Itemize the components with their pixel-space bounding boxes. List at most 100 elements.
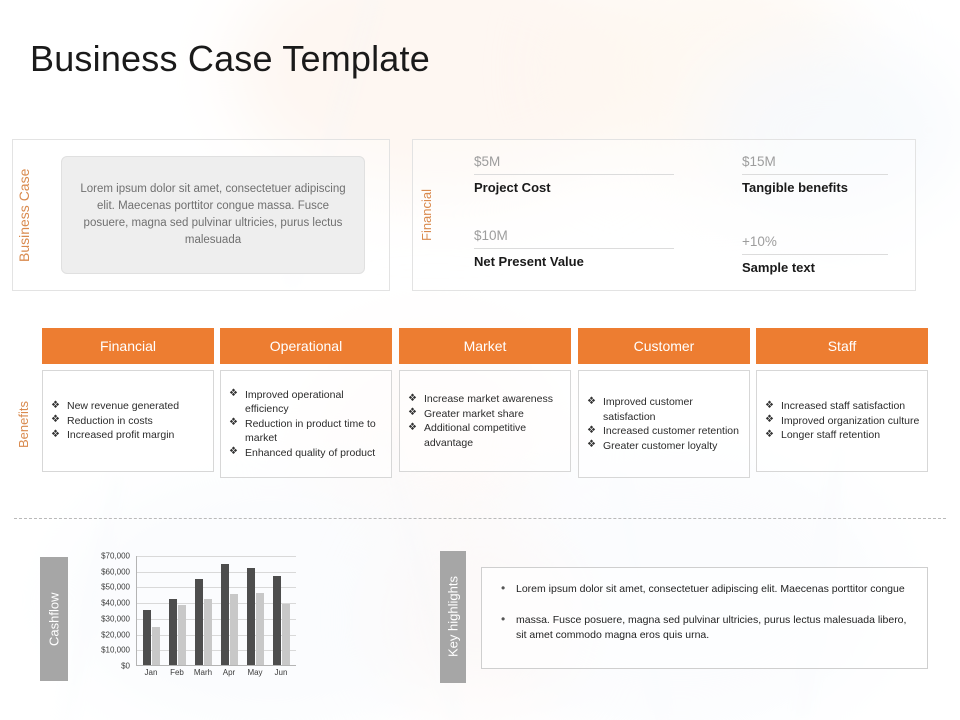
chart-x-tick: Feb	[170, 668, 184, 677]
benefits-header-market[interactable]: Market	[399, 328, 571, 364]
chart-y-tick: $30,000	[101, 614, 130, 624]
list-item-text: Additional competitive advantage	[424, 422, 527, 449]
chart-plot-area	[136, 556, 296, 666]
chart-bar	[169, 599, 178, 665]
benefits-list-customer: ❖ Improved customer satisfaction ❖ Increas…	[579, 395, 749, 453]
chart-y-tick: $0	[121, 661, 130, 671]
metric-value: $15M	[742, 154, 776, 169]
benefits-list-staff: ❖ Increased staff satisfaction ❖ Improved …	[757, 399, 927, 443]
list-item-text: Increased profit margin	[67, 429, 175, 442]
chart-bar	[272, 576, 281, 665]
list-item: ❖ Greater market share	[408, 407, 564, 422]
key-highlights-side-label: Key highlights	[440, 551, 466, 683]
chart-bar	[255, 592, 264, 665]
dot-bullet-icon: •	[501, 581, 506, 595]
chart-y-tick: $40,000	[101, 598, 130, 608]
diamond-bullet-icon: ❖	[408, 392, 417, 404]
metric-label: Net Present Value	[474, 254, 584, 269]
list-item-text: Increased customer retention	[603, 425, 739, 437]
list-item: ❖ Enhanced quality of product	[229, 446, 385, 461]
list-item: ❖ Longer staff retention	[765, 428, 921, 443]
chart-bar	[143, 610, 152, 665]
diamond-bullet-icon: ❖	[408, 407, 417, 418]
diamond-bullet-icon: ❖	[587, 395, 596, 407]
financial-metric-tangible-benefits[interactable]: $15M Tangible benefits	[742, 154, 888, 196]
list-item: ❖ Increased customer retention	[587, 424, 743, 439]
list-item: ❖ Greater customer loyalty	[587, 439, 743, 454]
benefits-header-operational[interactable]: Operational	[220, 328, 392, 364]
key-highlights-box[interactable]: • Lorem ipsum dolor sit amet, consectetue…	[481, 567, 928, 669]
business-case-body: Lorem ipsum dolor sit amet, consectetuer…	[80, 183, 346, 246]
list-item-text: Reduction in costs	[67, 414, 153, 427]
benefits-body-customer: ❖ Improved customer satisfaction ❖ Increas…	[578, 370, 750, 478]
list-item-text: Increase market awareness	[424, 393, 553, 405]
benefits-list-market: ❖ Increase market awareness ❖ Greater mark…	[400, 392, 570, 450]
chart-x-axis: Jan Feb Marh Apr May Jun	[136, 668, 296, 677]
benefits-column-customer: Customer ❖ Improved customer satisfaction…	[578, 328, 750, 478]
metric-separator	[474, 174, 674, 175]
metric-value: +10%	[742, 234, 777, 249]
diamond-bullet-icon: ❖	[229, 446, 238, 458]
metric-label: Tangible benefits	[742, 180, 848, 195]
list-item: • massa. Fusce posuere, magna sed pulvina…	[498, 612, 911, 643]
chart-bar	[229, 594, 238, 665]
metric-label: Project Cost	[474, 180, 551, 195]
metric-value: $5M	[474, 154, 501, 169]
metric-value: $10M	[474, 228, 508, 243]
chart-bar-group	[195, 556, 213, 665]
benefits-body-financial: ❖ New revenue generated ❖ Reduction in cos…	[42, 370, 214, 472]
benefits-column-staff: Staff ❖ Increased staff satisfaction ❖ Imp…	[756, 328, 928, 472]
chart-bar-group	[272, 556, 290, 665]
list-item: ❖ Improved customer satisfaction	[587, 395, 743, 424]
list-item: ❖ Reduction in product time to market	[229, 417, 385, 446]
diamond-bullet-icon: ❖	[408, 421, 417, 433]
list-item-text: Enhanced quality of product	[245, 446, 376, 459]
list-item-text: Improved customer satisfaction	[603, 396, 693, 423]
chart-y-tick: $60,000	[101, 567, 130, 577]
financial-metric-sample-text[interactable]: +10% Sample text	[742, 234, 888, 276]
list-item: ❖ Increase market awareness	[408, 392, 564, 407]
chart-bar-group	[220, 556, 238, 665]
diamond-bullet-icon: ❖	[51, 399, 60, 411]
list-item-text: Increased staff satisfaction	[781, 400, 906, 413]
business-case-textbox[interactable]: Lorem ipsum dolor sit amet, consectetuer…	[61, 156, 365, 274]
chart-bar	[281, 603, 290, 665]
chart-y-tick: $70,000	[101, 551, 130, 561]
diamond-bullet-icon: ❖	[587, 439, 596, 450]
chart-bars	[137, 556, 296, 665]
list-item-text: Improved operational efficiency	[245, 388, 344, 416]
financial-metric-project-cost[interactable]: $5M Project Cost	[474, 154, 674, 196]
financial-side-label: Financial	[419, 188, 434, 242]
financial-metric-net-present-value[interactable]: $10M Net Present Value	[474, 228, 674, 270]
chart-x-tick: Jun	[274, 668, 288, 677]
list-item: ❖ Increased staff satisfaction	[765, 399, 921, 414]
list-item: ❖ Improved organization culture	[765, 414, 921, 429]
financial-metrics-grid: $5M Project Cost $10M Net Present Value …	[474, 150, 904, 282]
list-item: ❖ Reduction in costs	[51, 414, 207, 429]
key-highlights-list: • Lorem ipsum dolor sit amet, consectetue…	[498, 581, 911, 643]
diamond-bullet-icon: ❖	[765, 399, 774, 411]
benefits-header-customer[interactable]: Customer	[578, 328, 750, 364]
chart-bar	[204, 599, 213, 665]
chart-bar	[152, 626, 161, 665]
list-item: ❖ Improved operational efficiency	[229, 388, 385, 417]
list-item-text: Lorem ipsum dolor sit amet, consectetuer…	[516, 583, 905, 595]
benefits-list-financial: ❖ New revenue generated ❖ Reduction in cos…	[43, 399, 213, 443]
cashflow-chart: $70,000 $60,000 $50,000 $40,000 $30,000 $20,0…	[78, 552, 318, 696]
page-title: Business Case Template	[30, 38, 430, 79]
chart-y-tick: $10,000	[101, 645, 130, 655]
dot-bullet-icon: •	[501, 612, 506, 626]
list-item-text: massa. Fusce posuere, magna sed pulvinar…	[516, 614, 907, 641]
benefits-header-staff[interactable]: Staff	[756, 328, 928, 364]
chart-x-tick: Marh	[193, 668, 213, 677]
chart-y-tick: $20,000	[101, 630, 130, 640]
diamond-bullet-icon: ❖	[51, 428, 60, 440]
list-item-text: Reduction in product time to market	[245, 417, 376, 445]
benefits-header-financial[interactable]: Financial	[42, 328, 214, 364]
slide-canvas: Business Case Template Business Case Lor…	[0, 0, 960, 720]
list-item-text: Greater market share	[424, 407, 524, 420]
benefits-body-market: ❖ Increase market awareness ❖ Greater mark…	[399, 370, 571, 472]
chart-bar	[220, 564, 229, 665]
metric-separator	[742, 254, 888, 255]
diamond-bullet-icon: ❖	[765, 414, 774, 426]
